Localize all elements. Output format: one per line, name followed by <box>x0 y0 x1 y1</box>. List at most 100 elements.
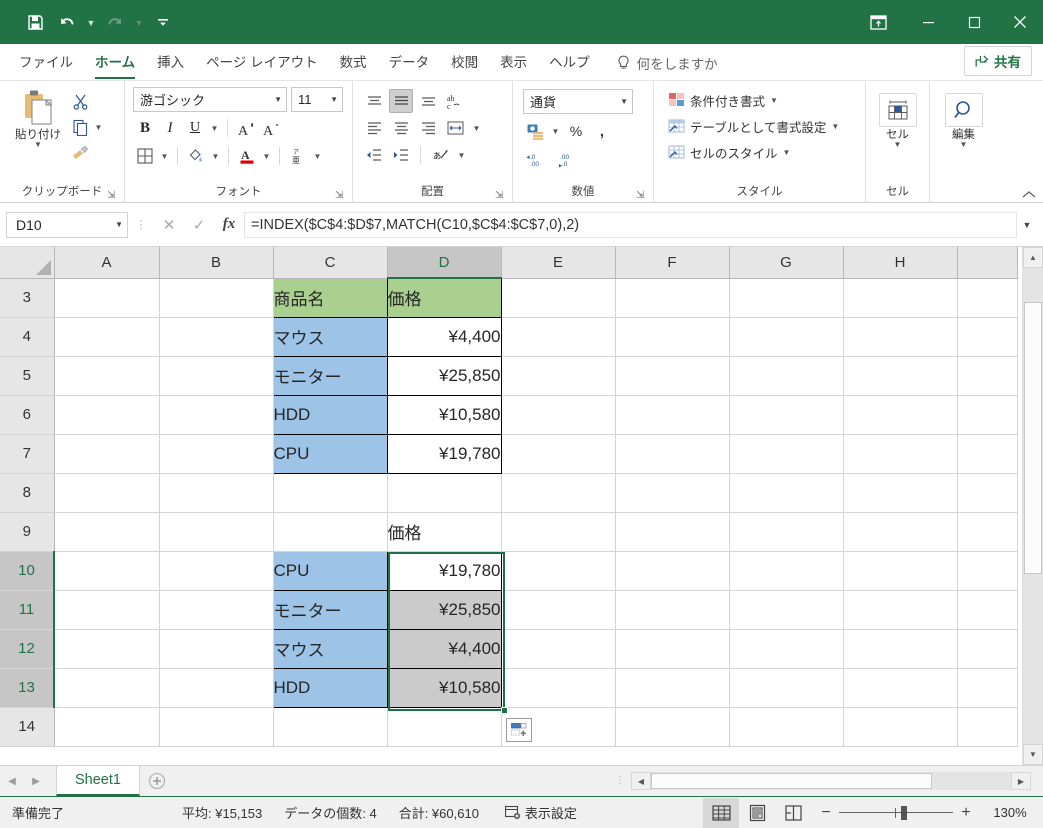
row-header-10[interactable]: 10 <box>0 551 54 590</box>
cell-a5[interactable] <box>54 356 159 395</box>
tab-review[interactable]: 校閲 <box>440 46 489 80</box>
maximize-icon[interactable] <box>951 0 997 44</box>
row-header-11[interactable]: 11 <box>0 590 54 629</box>
underline-dropdown-icon[interactable]: ▼ <box>208 124 221 133</box>
row-header-7[interactable]: 7 <box>0 434 54 473</box>
decrease-decimal-button[interactable]: .00.0 <box>557 148 581 172</box>
increase-decimal-button[interactable]: .0.00 <box>525 148 549 172</box>
cell-d6[interactable]: ¥10,580 <box>387 395 501 434</box>
alignment-dialog-launcher-icon[interactable]: ⇲ <box>495 190 507 202</box>
font-color-button[interactable]: A <box>235 144 259 168</box>
editing-dropdown-icon[interactable]: ▼ <box>960 141 968 149</box>
cell-g13[interactable] <box>729 668 843 707</box>
cell-h11[interactable] <box>843 590 957 629</box>
scroll-down-button[interactable]: ▼ <box>1023 744 1043 765</box>
merge-and-center-dropdown-icon[interactable]: ▼ <box>455 151 468 160</box>
number-dialog-launcher-icon[interactable]: ⇲ <box>636 190 648 202</box>
cell-d7[interactable]: ¥19,780 <box>387 434 501 473</box>
cell-e3[interactable] <box>501 278 615 317</box>
cell-i10[interactable] <box>957 551 1017 590</box>
vertical-scroll-thumb[interactable] <box>1024 302 1042 574</box>
cell-g11[interactable] <box>729 590 843 629</box>
cell-i3[interactable] <box>957 278 1017 317</box>
merge-and-center-button[interactable]: ぁ <box>428 143 452 167</box>
cell-d8[interactable] <box>387 473 501 512</box>
redo-icon[interactable] <box>100 7 130 37</box>
phonetic-guide-dropdown-icon[interactable]: ▼ <box>311 152 324 161</box>
cell-a11[interactable] <box>54 590 159 629</box>
status-average[interactable]: 平均: ¥15,153 <box>182 803 262 822</box>
merge-dropdown-icon[interactable]: ▼ <box>470 124 483 133</box>
cell-d9[interactable]: 価格 <box>387 512 501 551</box>
cut-button[interactable] <box>68 89 92 113</box>
number-format-combo[interactable]: 通貨 ▼ <box>523 89 633 114</box>
status-sum[interactable]: 合計: ¥60,610 <box>399 803 479 822</box>
page-layout-view-icon[interactable] <box>739 798 775 828</box>
cancel-formula-icon[interactable]: ✕ <box>154 212 184 238</box>
cell-c5[interactable]: モニター <box>273 356 387 395</box>
cells-button[interactable]: セル ▼ <box>871 91 924 149</box>
cell-a7[interactable] <box>54 434 159 473</box>
accounting-format-button[interactable] <box>523 119 547 143</box>
column-header-d[interactable]: D <box>387 247 501 278</box>
cell-f7[interactable] <box>615 434 729 473</box>
name-box-dropdown-icon[interactable]: ▼ <box>115 220 123 229</box>
format-as-table-dropdown-icon[interactable]: ▼ <box>831 122 839 131</box>
comma-format-button[interactable]: , <box>590 119 614 143</box>
column-header-g[interactable]: G <box>729 247 843 278</box>
font-dialog-launcher-icon[interactable]: ⇲ <box>335 190 347 202</box>
cell-e9[interactable] <box>501 512 615 551</box>
column-header-e[interactable]: E <box>501 247 615 278</box>
cell-e10[interactable] <box>501 551 615 590</box>
vertical-scrollbar[interactable]: ▲ ▼ <box>1022 247 1043 765</box>
zoom-in-button[interactable]: + <box>953 804 979 822</box>
cell-c4[interactable]: マウス <box>273 317 387 356</box>
font-size-combo[interactable]: 11 ▼ <box>291 87 343 112</box>
cell-a12[interactable] <box>54 629 159 668</box>
select-all-button[interactable] <box>0 247 54 278</box>
cell-f13[interactable] <box>615 668 729 707</box>
underline-button[interactable]: U <box>183 116 207 140</box>
cell-h14[interactable] <box>843 707 957 746</box>
close-icon[interactable] <box>997 0 1043 44</box>
phonetic-guide-button[interactable]: ア亜 <box>286 144 310 168</box>
cell-d3[interactable]: 価格 <box>387 278 501 317</box>
row-header-14[interactable]: 14 <box>0 707 54 746</box>
align-middle-button[interactable] <box>389 89 413 113</box>
cell-g6[interactable] <box>729 395 843 434</box>
redo-dropdown-icon[interactable]: ▼ <box>132 7 146 37</box>
cell-d4[interactable]: ¥4,400 <box>387 317 501 356</box>
ribbon-display-options-icon[interactable] <box>851 0 905 44</box>
horizontal-scroll-thumb[interactable] <box>651 773 932 789</box>
percent-format-button[interactable]: % <box>564 119 588 143</box>
tab-split-handle[interactable]: ⋮ <box>609 779 631 783</box>
increase-font-size-button[interactable]: A <box>234 116 258 140</box>
wrap-text-button[interactable] <box>443 116 467 140</box>
cell-b6[interactable] <box>159 395 273 434</box>
cell-g8[interactable] <box>729 473 843 512</box>
cell-i9[interactable] <box>957 512 1017 551</box>
clipboard-dialog-launcher-icon[interactable]: ⇲ <box>107 190 119 202</box>
increase-indent-button[interactable] <box>389 143 413 167</box>
cell-h7[interactable] <box>843 434 957 473</box>
cell-f8[interactable] <box>615 473 729 512</box>
column-header-partial[interactable] <box>957 247 1017 278</box>
borders-dropdown-icon[interactable]: ▼ <box>158 152 171 161</box>
column-header-h[interactable]: H <box>843 247 957 278</box>
next-sheet-icon[interactable]: ▶ <box>24 769 48 793</box>
cell-h13[interactable] <box>843 668 957 707</box>
expand-formula-bar-icon[interactable]: ▼ <box>1017 220 1037 230</box>
cell-styles-dropdown-icon[interactable]: ▼ <box>783 148 791 157</box>
editing-button[interactable]: 編集 ▼ <box>937 91 991 149</box>
cell-i6[interactable] <box>957 395 1017 434</box>
cell-i7[interactable] <box>957 434 1017 473</box>
align-top-button[interactable] <box>362 89 386 113</box>
zoom-level-label[interactable]: 130% <box>979 805 1041 820</box>
copy-button[interactable] <box>68 115 92 139</box>
cell-b11[interactable] <box>159 590 273 629</box>
tab-file[interactable]: ファイル <box>8 46 84 80</box>
row-header-4[interactable]: 4 <box>0 317 54 356</box>
cell-c13[interactable]: HDD <box>273 668 387 707</box>
cell-g14[interactable] <box>729 707 843 746</box>
scroll-right-button[interactable]: ▶ <box>1011 772 1031 790</box>
